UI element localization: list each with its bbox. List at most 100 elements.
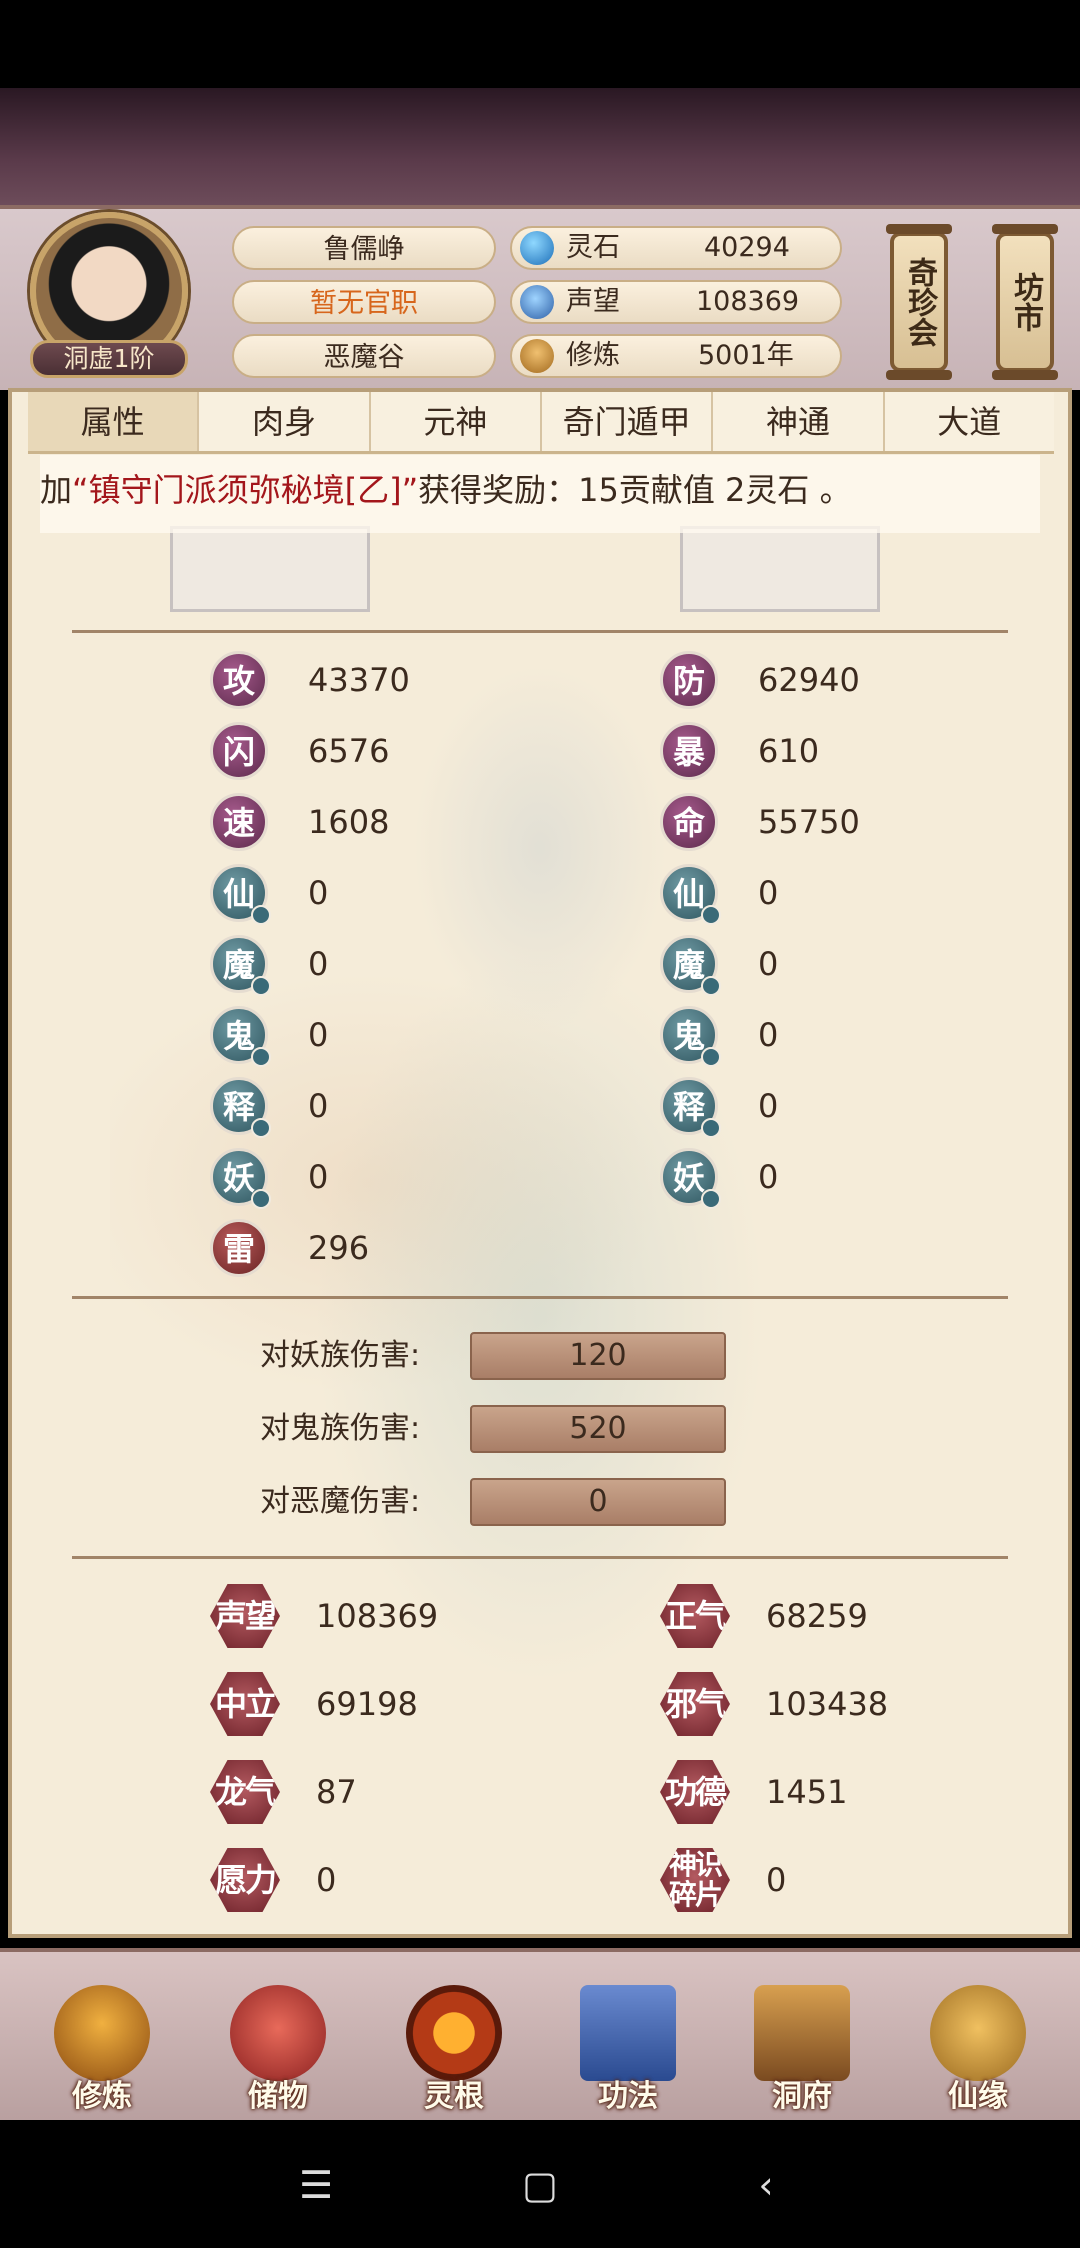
reputation-value: 108369 [696, 286, 800, 317]
nav-techniques[interactable]: 功法 [568, 1985, 688, 2115]
spirit-stone-label: 灵石 [566, 232, 620, 263]
buddha-attack-value: 0 [308, 1087, 329, 1125]
menu-icon[interactable]: ☰ [286, 2160, 346, 2210]
realm-badge: 洞虚1阶 [30, 340, 188, 378]
immortal-defense-value: 0 [758, 874, 779, 912]
vow-power-value: 0 [316, 1861, 337, 1899]
nav-cultivate[interactable]: 修炼 [42, 1985, 162, 2115]
sect-name: 恶魔谷 [232, 334, 496, 378]
defense-indicator-icon [701, 1047, 721, 1067]
divine-rank-slot[interactable] [680, 526, 880, 612]
attack-indicator-icon [251, 1189, 271, 1209]
soul-fragment-value: 0 [766, 1861, 787, 1899]
official-title[interactable]: 暂无官职 [232, 280, 496, 324]
banner-reward-text: 获得奖励：15贡献值 2灵石 。 [418, 471, 852, 509]
nav-spirit-root-label: 灵根 [424, 2079, 484, 2114]
ghost-attack-value: 0 [308, 1016, 329, 1054]
dodge-value: 6576 [308, 732, 390, 770]
nav-cultivate-label: 修炼 [72, 2079, 132, 2114]
yao-attack-icon: 妖 [210, 1148, 271, 1209]
yao-attack-value: 0 [308, 1158, 329, 1196]
attack-icon: 攻 [210, 651, 268, 709]
immortal-attack-glyph: 仙 [222, 875, 255, 913]
gourd-icon [930, 1985, 1026, 2081]
back-icon[interactable]: ‹ [736, 2160, 796, 2210]
dodge-icon: 闪 [210, 722, 268, 780]
nav-cave-dwelling[interactable]: 洞府 [742, 1985, 862, 2115]
demon-attack-glyph: 魔 [222, 946, 255, 984]
top-banner-background [0, 88, 1080, 208]
spirit-stone-value: 40294 [704, 232, 790, 263]
immortal-defense-icon: 仙 [660, 864, 721, 925]
tab-qimen[interactable]: 奇门遁甲 [542, 392, 714, 451]
cultivation-icon [520, 339, 554, 373]
banner-prefix: 加 [40, 471, 73, 509]
nav-fate[interactable]: 仙缘 [918, 1985, 1038, 2115]
status-bar [0, 0, 1080, 88]
nav-storage[interactable]: 储物 [218, 1985, 338, 2115]
treasure-auction-button[interactable]: 奇珍会 [886, 224, 952, 380]
nav-cave-dwelling-label: 洞府 [772, 2079, 832, 2114]
buddha-defense-value: 0 [758, 1087, 779, 1125]
storage-bag-icon [230, 1985, 326, 2081]
cave-dwelling-icon [754, 1985, 850, 2081]
merit-value: 1451 [766, 1773, 848, 1811]
ghost-defense-value: 0 [758, 1016, 779, 1054]
hp-icon: 命 [660, 793, 718, 851]
speed-icon: 速 [210, 793, 268, 851]
tab-bar: 属性 肉身 元神 奇门遁甲 神通 大道 [28, 392, 1054, 454]
demon-defense-value: 0 [758, 945, 779, 983]
righteous-value: 68259 [766, 1597, 868, 1635]
spirit-root-icon [406, 1985, 502, 2081]
reputation-label: 声望 [566, 286, 620, 317]
ghost-attack-icon: 鬼 [210, 1006, 271, 1067]
buddha-defense-icon: 释 [660, 1077, 721, 1138]
neutral-value: 69198 [316, 1685, 418, 1723]
spirit-stone-row [510, 226, 842, 270]
spirit-stone-icon [520, 231, 554, 265]
nav-fate-label: 仙缘 [948, 2079, 1008, 2114]
buddha-attack-glyph: 释 [222, 1088, 255, 1126]
thunder-value: 296 [308, 1229, 370, 1267]
buddha-attack-icon: 释 [210, 1077, 271, 1138]
tab-soul[interactable]: 元神 [371, 392, 542, 451]
immortal-post-slot[interactable] [170, 526, 370, 612]
home-icon[interactable]: ▢ [510, 2160, 570, 2210]
reputation-icon [520, 285, 554, 319]
damage-vs-ghost-value: 520 [470, 1405, 726, 1453]
immortal-attack-value: 0 [308, 874, 329, 912]
damage-vs-demon-value: 0 [470, 1478, 726, 1526]
cultivate-icon [54, 1985, 150, 2081]
immortal-defense-glyph: 仙 [672, 875, 705, 913]
cultivation-label: 修炼 [566, 340, 620, 371]
tab-great-dao[interactable]: 大道 [885, 392, 1054, 451]
player-name: 鲁儒峥 [232, 226, 496, 270]
evil-value: 103438 [766, 1685, 889, 1723]
hp-value: 55750 [758, 803, 860, 841]
banner-quest-name: “镇守门派须弥秘境[乙]” [72, 471, 419, 509]
ghost-attack-glyph: 鬼 [222, 1017, 255, 1055]
crit-value: 610 [758, 732, 820, 770]
attack-value: 43370 [308, 661, 410, 699]
nav-storage-label: 储物 [248, 2079, 308, 2114]
tab-divine-powers[interactable]: 神通 [713, 392, 885, 451]
damage-vs-ghost-label: 对鬼族伤害: [260, 1411, 421, 1446]
demon-defense-glyph: 魔 [672, 946, 705, 984]
crit-icon: 暴 [660, 722, 718, 780]
nav-techniques-label: 功法 [598, 2079, 658, 2114]
reward-notification: 加“镇守门派须弥秘境[乙]”获得奖励：15贡献值 2灵石 。 [40, 455, 1040, 533]
nav-spirit-root[interactable]: 灵根 [394, 1985, 514, 2115]
section-divider [72, 1296, 1008, 1299]
demon-attack-value: 0 [308, 945, 329, 983]
tab-body[interactable]: 肉身 [199, 392, 371, 451]
defense-icon: 防 [660, 651, 718, 709]
market-button[interactable]: 坊市 [992, 224, 1058, 380]
yao-defense-icon: 妖 [660, 1148, 721, 1209]
tab-attributes[interactable]: 属性 [28, 392, 200, 451]
ghost-defense-glyph: 鬼 [672, 1017, 705, 1055]
defense-indicator-icon [701, 976, 721, 996]
attack-indicator-icon [251, 1118, 271, 1138]
attack-indicator-icon [251, 976, 271, 996]
yao-defense-value: 0 [758, 1158, 779, 1196]
demon-defense-icon: 魔 [660, 935, 721, 996]
